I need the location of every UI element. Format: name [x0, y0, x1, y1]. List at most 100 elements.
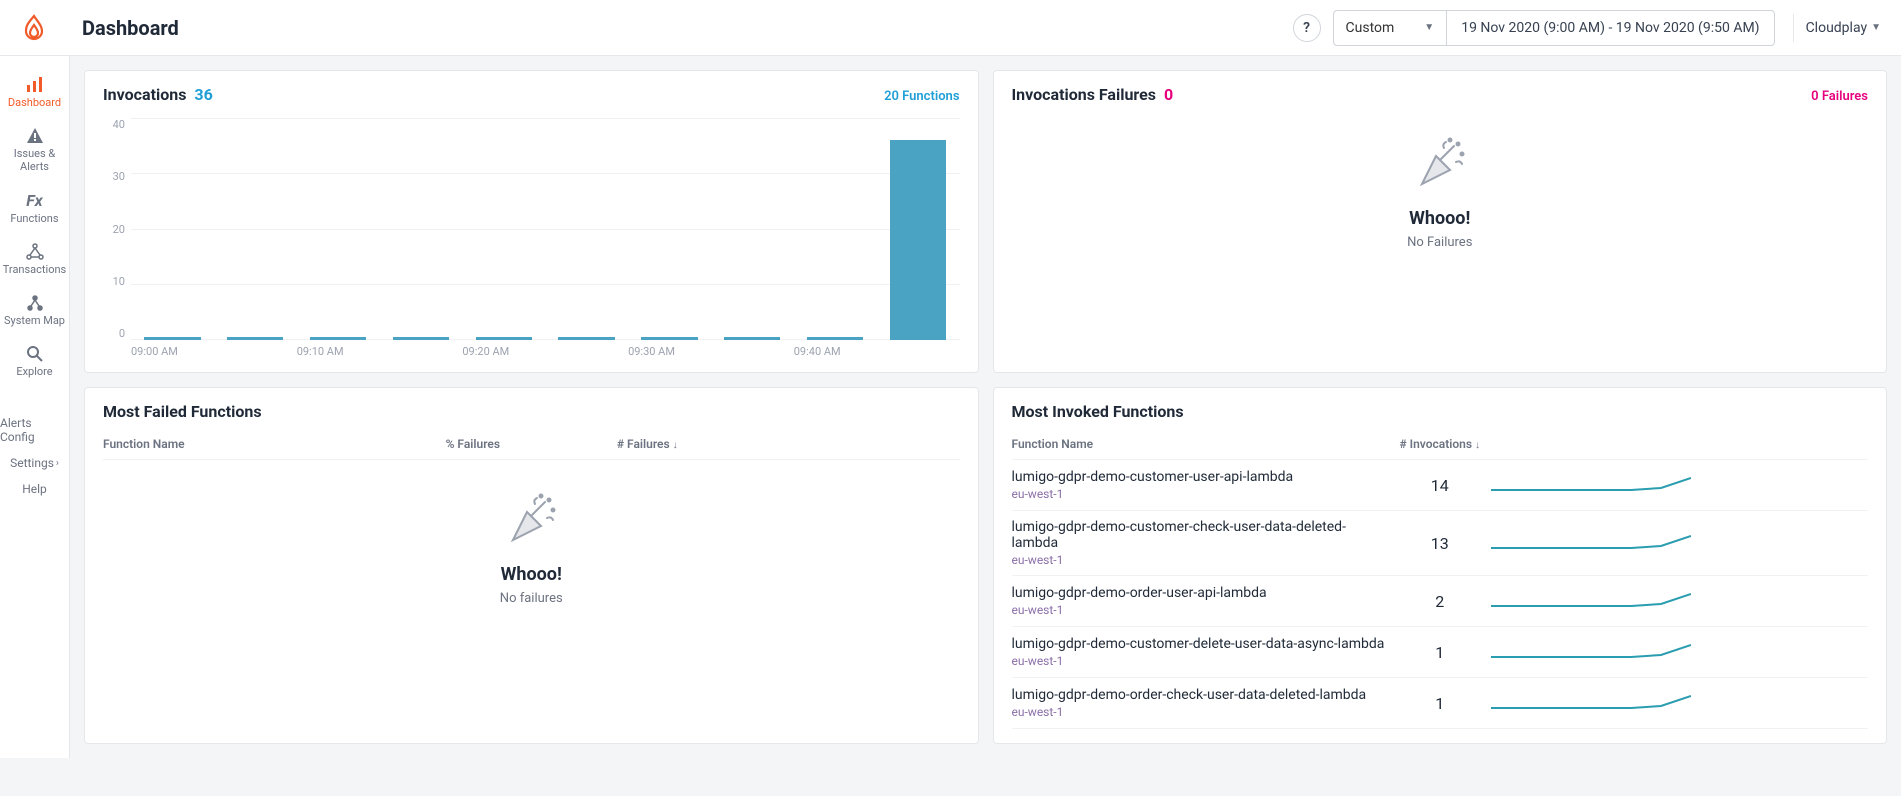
topbar: Dashboard ? Custom ▼ 19 Nov 2020 (9:00 A…	[0, 0, 1901, 56]
sidebar-item-explore[interactable]: Explore	[0, 335, 69, 386]
sidebar-item-label: Issues & Alerts	[2, 147, 67, 173]
function-name: lumigo-gdpr-demo-order-check-user-data-d…	[1012, 687, 1389, 703]
celebration-icon	[501, 490, 561, 550]
most-failed-title: Most Failed Functions	[103, 402, 262, 421]
bar-slot	[545, 118, 628, 340]
most-invoked-title: Most Invoked Functions	[1012, 402, 1184, 421]
col-invocations-label: # Invocations	[1399, 437, 1472, 451]
x-tick-label: 09:00 AM	[131, 345, 178, 358]
bar-slot	[877, 118, 960, 340]
x-tick-label: 09:20 AM	[462, 345, 509, 358]
sidebar-item-issues-alerts[interactable]: Issues & Alerts	[0, 117, 69, 181]
flame-icon	[19, 13, 49, 43]
account-menu-button[interactable]: Cloudplay ▼	[1793, 14, 1885, 42]
most-failed-empty-title: Whooo!	[501, 564, 562, 585]
bar[interactable]	[476, 337, 532, 340]
table-row[interactable]: lumigo-gdpr-demo-order-check-user-data-d…	[1012, 678, 1869, 729]
function-name: lumigo-gdpr-demo-order-user-api-lambda	[1012, 585, 1389, 601]
function-region: eu-west-1	[1012, 487, 1389, 501]
sidebar-item-label: System Map	[4, 314, 65, 327]
invocation-failures-card: Invocations Failures 0 0 Failures	[993, 70, 1888, 373]
bar[interactable]	[144, 337, 200, 340]
function-name: lumigo-gdpr-demo-customer-user-api-lambd…	[1012, 469, 1389, 485]
sparkline	[1491, 526, 1691, 556]
function-name: lumigo-gdpr-demo-customer-delete-user-da…	[1012, 636, 1389, 652]
x-tick-label: 09:30 AM	[628, 345, 675, 358]
time-range-mode-select[interactable]: Custom ▼	[1334, 11, 1448, 45]
sidebar-link-settings[interactable]: Settings›	[10, 450, 59, 476]
sidebar-item-system-map[interactable]: System Map	[0, 284, 69, 335]
sidebar-item-label: Functions	[10, 212, 58, 225]
bar[interactable]	[890, 140, 946, 340]
y-tick: 40	[103, 118, 125, 131]
invocations-title: Invocations 36	[103, 85, 213, 104]
time-range-display[interactable]: 19 Nov 2020 (9:00 AM) - 19 Nov 2020 (9:5…	[1447, 20, 1773, 36]
celebration-icon	[1410, 134, 1470, 194]
sidebar-link-help[interactable]: Help	[22, 476, 47, 502]
bar-slot: 09:20 AM	[462, 118, 545, 340]
failures-empty-title: Whooo!	[1409, 208, 1470, 229]
sidebar: Dashboard Issues & Alerts FxFunctions Trans…	[0, 56, 70, 758]
bar[interactable]	[393, 337, 449, 340]
col-function-name[interactable]: Function Name	[1012, 437, 1389, 451]
invocations-chart: 403020100 09:00 AM09:10 AM09:20 AM09:30 …	[103, 118, 960, 358]
sidebar-item-dashboard[interactable]: Dashboard	[0, 66, 69, 117]
bar[interactable]	[641, 337, 697, 340]
failures-count: 0	[1164, 85, 1173, 104]
table-row[interactable]: lumigo-gdpr-demo-customer-user-api-lambd…	[1012, 460, 1869, 511]
time-range-group: Custom ▼ 19 Nov 2020 (9:00 AM) - 19 Nov …	[1333, 10, 1775, 46]
sparkline	[1491, 468, 1691, 498]
invocations-count: 36	[194, 85, 212, 104]
invocation-count: 1	[1388, 694, 1491, 713]
col-function-name[interactable]: Function Name	[103, 437, 446, 451]
most-failed-table-header: Function Name % Failures # Failures↓	[103, 421, 960, 460]
col-num-failures[interactable]: # Failures↓	[617, 437, 788, 451]
sort-desc-icon: ↓	[673, 440, 678, 451]
content-grid: Invocations 36 20 Functions 403020100 09…	[70, 56, 1901, 758]
bar[interactable]	[310, 337, 366, 340]
chevron-right-icon: ›	[56, 458, 59, 469]
invocations-functions-link[interactable]: 20 Functions	[884, 89, 959, 104]
most-failed-empty-state: Whooo! No failures	[103, 460, 960, 626]
failures-link[interactable]: 0 Failures	[1811, 89, 1868, 104]
chevron-down-icon: ▼	[1424, 22, 1434, 33]
sparkline	[1491, 584, 1691, 614]
invocation-count: 2	[1388, 592, 1491, 611]
invocation-count: 14	[1388, 476, 1491, 495]
sidebar-item-functions[interactable]: FxFunctions	[0, 182, 69, 233]
failures-title: Invocations Failures 0	[1012, 85, 1174, 104]
fx-icon: Fx	[26, 190, 42, 212]
function-region: eu-west-1	[1012, 553, 1389, 567]
table-row[interactable]: lumigo-gdpr-demo-customer-check-user-dat…	[1012, 511, 1869, 576]
table-row[interactable]: lumigo-gdpr-demo-customer-delete-user-da…	[1012, 627, 1869, 678]
bar[interactable]	[724, 337, 780, 340]
y-tick: 30	[103, 170, 125, 183]
table-row[interactable]: lumigo-gdpr-demo-order-user-api-lambda e…	[1012, 576, 1869, 627]
bar[interactable]	[807, 337, 863, 340]
invocation-count: 13	[1388, 534, 1491, 553]
bar[interactable]	[558, 337, 614, 340]
failures-title-text: Invocations Failures	[1012, 85, 1156, 104]
sidebar-item-label: Transactions	[3, 263, 66, 276]
invocations-title-text: Invocations	[103, 85, 186, 104]
chart-bar-icon	[25, 74, 45, 96]
function-region: eu-west-1	[1012, 603, 1389, 617]
function-region: eu-west-1	[1012, 654, 1389, 668]
chevron-down-icon: ▼	[1871, 22, 1881, 33]
col-invocations[interactable]: # Invocations↓	[1388, 437, 1491, 451]
x-tick-label: 09:40 AM	[794, 345, 841, 358]
time-range-mode-label: Custom	[1346, 20, 1395, 36]
app-logo[interactable]	[16, 10, 52, 46]
y-tick: 20	[103, 223, 125, 236]
bar-slot	[214, 118, 297, 340]
col-num-failures-label: # Failures	[617, 437, 670, 451]
sidebar-item-transactions[interactable]: Transactions	[0, 233, 69, 284]
bar[interactable]	[227, 337, 283, 340]
help-button[interactable]: ?	[1293, 14, 1321, 42]
bar-slot: 09:00 AM	[131, 118, 214, 340]
invocations-card: Invocations 36 20 Functions 403020100 09…	[84, 70, 979, 373]
sidebar-link-alerts-config[interactable]: Alerts Config	[0, 410, 69, 450]
col-pct-failures[interactable]: % Failures	[446, 437, 617, 451]
account-label: Cloudplay	[1806, 20, 1868, 36]
map-icon	[25, 292, 45, 314]
